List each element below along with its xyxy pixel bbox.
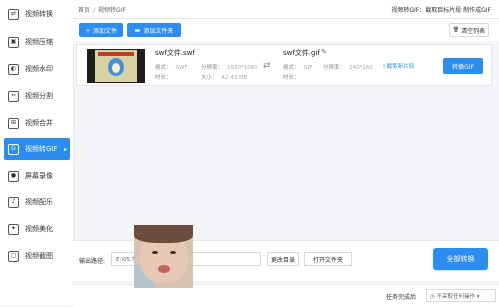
clear-list-label: 清空列表 (461, 27, 486, 35)
target-format: 格式： GIF (283, 63, 313, 71)
duration-label: 时长： (155, 75, 172, 81)
thumbnail-image (95, 50, 137, 82)
webcam-overlay-photo (134, 225, 193, 288)
sidebar-item-label: 视频配乐 (25, 198, 53, 206)
photo-eye (170, 251, 176, 254)
source-resolution: 分辨率： 1920*1080 (201, 63, 258, 71)
merge-icon: ⊞ (8, 117, 19, 129)
sidebar-item-video-split[interactable]: ✂ 视频分割 (4, 85, 70, 107)
breadcrumb-separator: / (93, 7, 96, 14)
sidebar-item-label: 视频美化 (25, 225, 53, 233)
breadcrumb-current: 视频转GIF (98, 7, 126, 14)
source-format: 格式： SWF (155, 63, 188, 71)
beautify-icon: ✦ (8, 223, 19, 235)
chevron-right-icon: ▸ (63, 145, 67, 153)
convert-gif-button[interactable]: 转换GIF (443, 58, 483, 74)
sidebar-item-label: 视频压缩 (25, 38, 53, 46)
sidebar-item-label: 视频转GIF (25, 145, 58, 153)
sidebar-item-video-compress[interactable]: ▣ 视频压缩 (4, 31, 70, 53)
sidebar-item-video-screenshot[interactable]: ▢ 视频截图 (4, 245, 70, 267)
size-label: 大小： (201, 75, 218, 81)
clear-list-button[interactable]: 🗑 清空列表 (449, 23, 489, 37)
source-size: 大小： 42.43 MB (201, 73, 248, 81)
top-bar: 首页 / 视频转GIF 视频转GIF：截取目标片段 制作成GIF (73, 0, 499, 19)
record-icon: ● (8, 170, 19, 182)
size-value: 42.43 MB (221, 75, 248, 81)
output-path-label: 输出路径: (79, 258, 106, 265)
edit-icon[interactable]: ✎ (321, 48, 327, 56)
photo-hair (134, 225, 193, 243)
watermark-icon: ◐ (8, 63, 19, 75)
screenshot-icon: ▢ (8, 250, 19, 262)
sidebar-item-video-to-gif[interactable]: G 视频转GIF ▸ (4, 138, 70, 160)
music-icon: ♪ (8, 196, 19, 208)
resolution-label: 分辨率： (201, 65, 224, 71)
after-task-label: 任务完成后 (386, 294, 417, 301)
sidebar: ⇄ 视频转换 ▣ 视频压缩 ◐ 视频水印 ✂ 视频分割 ⊞ 视频合并 G 视频转… (0, 0, 74, 306)
file-item-card: swf文件.swf 格式： SWF 分辨率： 1920*1080 时长： 大小： 42… (76, 44, 492, 86)
compress-icon: ▣ (8, 36, 19, 48)
sidebar-item-label: 视频水印 (25, 65, 53, 73)
convert-icon: ⇄ (8, 8, 19, 20)
target-format-value: GIF (303, 65, 313, 71)
sidebar-item-video-merge[interactable]: ⊞ 视频合并 (4, 112, 70, 134)
sidebar-item-video-beautify[interactable]: ✦ 视频美化 (4, 218, 70, 240)
thumbnail-banner (98, 52, 134, 56)
photo-mouth (158, 265, 170, 273)
change-directory-button[interactable]: 更改目录 (267, 252, 299, 266)
sidebar-item-screen-record[interactable]: ● 屏幕录像 (4, 165, 70, 187)
target-resolution-value: 240*160 (349, 65, 373, 71)
source-file-name: swf文件.swf (155, 49, 195, 57)
sidebar-item-video-convert[interactable]: ⇄ 视频转换 (4, 3, 70, 25)
sidebar-item-label: 屏幕录像 (25, 172, 53, 180)
sidebar-item-video-music[interactable]: ♪ 视频配乐 (4, 191, 70, 213)
sidebar-item-video-watermark[interactable]: ◐ 视频水印 (4, 58, 70, 80)
cut-new-clip-link[interactable]: ⟟ 截取新片段 (383, 62, 414, 71)
format-label: 格式： (155, 65, 172, 71)
breadcrumb-home[interactable]: 首页 (78, 7, 90, 14)
resolution-value: 1920*1080 (227, 65, 258, 71)
after-task-select[interactable]: ◷ 不采取任何操作 ▾ (426, 289, 496, 302)
swap-icon: ⇄ (263, 61, 271, 71)
gif-icon: G (8, 143, 19, 155)
convert-all-button[interactable]: 全部转换 (433, 248, 488, 270)
target-duration: 时长： (283, 73, 300, 81)
add-file-button[interactable]: ＋ 添加文件 (79, 23, 123, 37)
trash-icon: 🗑 (452, 27, 460, 33)
sidebar-item-label: 视频截图 (25, 252, 53, 260)
target-duration-label: 时长： (283, 75, 300, 81)
target-resolution-label: 分辨率： (323, 65, 346, 71)
toolbar: ＋ 添加文件 ▬ 添加文件夹 🗑 清空列表 (73, 19, 499, 41)
sidebar-item-label: 视频分割 (25, 92, 53, 100)
source-duration: 时长： (155, 73, 172, 81)
add-folder-button[interactable]: ▬ 添加文件夹 (127, 23, 181, 37)
photo-eye (152, 251, 158, 254)
target-format-label: 格式： (283, 65, 300, 71)
folder-icon: ▬ (134, 26, 141, 34)
thumbnail-character (108, 58, 124, 76)
target-resolution: 分辨率： 240*160 (323, 63, 373, 71)
add-folder-label: 添加文件夹 (143, 27, 174, 35)
video-thumbnail[interactable] (87, 49, 145, 83)
sidebar-item-label: 视频合并 (25, 119, 53, 127)
feature-description: 视频转GIF：截取目标片段 制作成GIF (391, 7, 491, 14)
open-folder-button[interactable]: 打开文件夹 (304, 252, 352, 266)
format-value: SWF (175, 65, 188, 71)
sidebar-item-label: 视频转换 (25, 10, 53, 18)
target-file-name: swf文件.gif (283, 49, 320, 57)
breadcrumb: 首页 / 视频转GIF (78, 5, 126, 14)
split-icon: ✂ (8, 90, 19, 102)
